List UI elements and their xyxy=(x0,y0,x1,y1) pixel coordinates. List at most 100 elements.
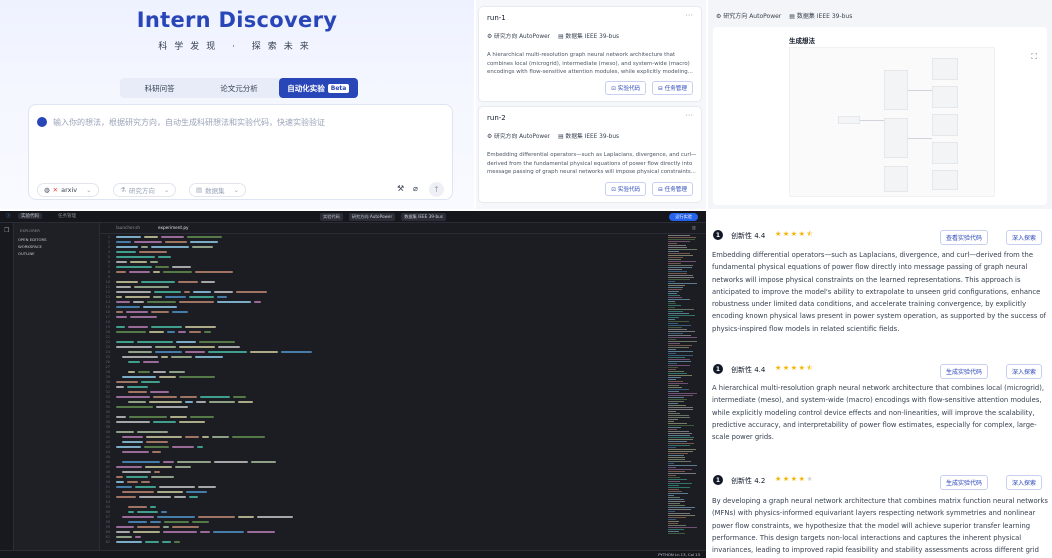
minimap-line xyxy=(668,341,697,342)
explorer-section-outline[interactable]: OUTLINE xyxy=(18,251,35,256)
code-token xyxy=(128,511,134,514)
experiment-code-button[interactable]: ⊡ 实验代码 xyxy=(605,81,647,95)
mindmap-node[interactable] xyxy=(884,118,908,158)
minimap-line xyxy=(668,309,694,310)
code-token xyxy=(122,471,151,474)
run-experiment-button[interactable]: 运行实验 xyxy=(669,213,698,221)
idea-rank: 1 xyxy=(713,364,723,374)
code-token xyxy=(155,351,182,354)
mindmap-node[interactable] xyxy=(884,70,908,110)
minimap-line xyxy=(668,499,684,500)
code-token xyxy=(179,421,205,424)
minimap-line xyxy=(668,515,695,516)
tab-task-manage[interactable]: 任务管理 xyxy=(58,213,76,219)
minimap-line xyxy=(668,315,695,316)
explore-button[interactable]: 深入探索 xyxy=(1006,475,1043,490)
tab-auto-experiment[interactable]: 自动化实验 Beta xyxy=(278,78,358,98)
generate-code-button[interactable]: 生成实验代码 xyxy=(940,364,989,379)
info-icon[interactable]: ⓘ xyxy=(6,213,11,219)
code-token xyxy=(155,346,176,349)
code-token xyxy=(138,371,150,374)
mindmap-edge xyxy=(860,120,884,121)
minimap-line xyxy=(668,401,684,402)
more-icon[interactable]: ··· xyxy=(685,11,693,20)
idea-rank: 1 xyxy=(713,230,723,240)
explorer-section-open-editors[interactable]: OPEN EDITORS xyxy=(18,237,47,242)
run-title: run-2 xyxy=(487,114,506,122)
minimap-line xyxy=(668,495,674,496)
minimap-line xyxy=(668,509,691,510)
minimap-line xyxy=(668,501,685,502)
beta-badge: Beta xyxy=(327,83,350,93)
files-icon[interactable]: ❐ xyxy=(4,227,9,234)
code-token xyxy=(151,476,174,479)
direction-select[interactable]: ⚗ 研究方向 ⌄ xyxy=(113,183,177,197)
more-icon[interactable]: ··· xyxy=(685,111,693,120)
generate-code-button[interactable]: 生成实验代码 xyxy=(940,475,989,490)
tab-experiment-py[interactable]: experiment.py xyxy=(158,225,189,230)
code-token xyxy=(175,466,191,469)
code-token xyxy=(202,436,209,439)
line-number: 22 xyxy=(105,340,110,344)
mindmap-edge xyxy=(908,138,932,139)
code-token xyxy=(116,476,123,479)
idea-input-box[interactable]: 输入你的想法，根据研究方向，自动生成科研想法和实验代码，快速实验验证 ◍ ✕ a… xyxy=(28,104,453,200)
mindmap-root-node[interactable] xyxy=(838,116,860,124)
send-button[interactable]: ↑ xyxy=(429,182,444,197)
code-token xyxy=(153,421,176,424)
mindmap-canvas[interactable] xyxy=(789,47,995,197)
minimap[interactable] xyxy=(668,235,700,545)
view-code-button[interactable]: 查看实验代码 xyxy=(940,230,989,245)
code-area[interactable]: 1 2 3 4 5 6 7 8 9 10 11 12 13 14 15 16 17 18 19 20 21 22 23 24 2… xyxy=(100,235,666,545)
dataset-select[interactable]: ▤ 数据集 ⌄ xyxy=(189,183,247,197)
line-number: 2 xyxy=(107,240,110,244)
mindmap-leaf-node[interactable] xyxy=(932,114,958,136)
mindmap-leaf-node[interactable] xyxy=(932,58,958,80)
code-token xyxy=(122,451,149,454)
source-select[interactable]: ◍ ✕ arxiv ⌄ xyxy=(37,183,99,197)
code-token xyxy=(147,301,176,304)
explore-button[interactable]: 深入探索 xyxy=(1006,230,1043,245)
mindmap-node[interactable] xyxy=(884,166,908,192)
code-token xyxy=(145,541,159,544)
tab-launcher-sh[interactable]: launcher.sh xyxy=(116,225,140,230)
code-token xyxy=(122,461,160,464)
context-dataset-tag: 数据集 IEEE 39-bus xyxy=(401,213,446,221)
code-token xyxy=(233,396,246,399)
split-editor-icon[interactable]: ▥ xyxy=(692,225,696,230)
mindmap-leaf-node[interactable] xyxy=(932,142,958,164)
mindmap-leaf-node[interactable] xyxy=(932,170,958,190)
minimap-line xyxy=(668,497,680,498)
expand-icon[interactable]: ⛶ xyxy=(1031,52,1037,62)
code-token xyxy=(137,511,158,514)
code-token xyxy=(116,306,140,309)
code-token xyxy=(189,296,214,299)
mindmap-leaf-node[interactable] xyxy=(932,86,958,108)
experiment-code-button[interactable]: ⊡ 实验代码 xyxy=(605,182,647,196)
attach-icon[interactable]: ⌀ xyxy=(413,184,418,193)
code-token xyxy=(247,531,275,534)
run-card[interactable]: run-2 ··· ⚙ 研究方向 AutoPower ▤ 数据集 IEEE 39… xyxy=(478,106,702,203)
minimap-line xyxy=(668,319,675,320)
code-token xyxy=(122,441,143,444)
code-token xyxy=(116,261,127,264)
tab-experiment-code[interactable]: 实验代码 xyxy=(18,213,42,219)
minimap-line xyxy=(668,453,688,454)
line-number: 14 xyxy=(105,300,110,304)
code-token xyxy=(128,351,152,354)
minimap-line xyxy=(668,425,694,426)
minimap-line xyxy=(668,267,692,268)
explore-button[interactable]: 深入探索 xyxy=(1006,364,1043,379)
idea-text: A hierarchical multi-resolution graph ne… xyxy=(712,384,1045,442)
tools-icon[interactable]: ⚒ xyxy=(397,184,404,193)
task-manage-button[interactable]: ⊟ 任务管理 xyxy=(652,182,693,196)
run-card[interactable]: run-1 ··· ⚙ 研究方向 AutoPower ▤ 数据集 IEEE 39… xyxy=(478,6,702,102)
minimap-line xyxy=(668,295,680,296)
run-actions: ⊡ 实验代码 ⊟ 任务管理 xyxy=(605,81,693,95)
tab-paper-meta-analysis[interactable]: 论文元分析 xyxy=(199,78,278,98)
tab-research-qa[interactable]: 科研问答 xyxy=(120,78,199,98)
minimap-line xyxy=(668,367,678,368)
code-token xyxy=(197,446,203,449)
task-manage-button[interactable]: ⊟ 任务管理 xyxy=(652,81,693,95)
explorer-section-workspace[interactable]: WORKSPACE xyxy=(18,244,42,249)
